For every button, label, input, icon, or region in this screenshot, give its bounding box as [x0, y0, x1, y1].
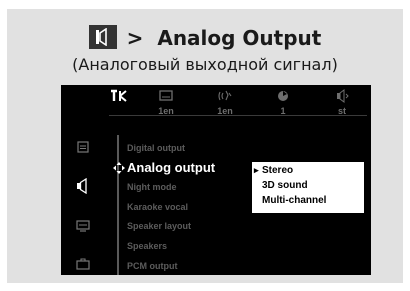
topbar-divider	[109, 115, 367, 116]
subtitle-icon	[159, 90, 173, 101]
settings-sidebar	[61, 132, 106, 275]
option-multi-channel[interactable]: Multi-channel	[262, 195, 326, 206]
option-label: Stereo	[262, 165, 294, 176]
page-subtitle: (Аналоговый выходной сигнал)	[72, 55, 338, 74]
audio-settings-icon	[77, 178, 87, 194]
topbar-item-angle[interactable]: 1	[258, 85, 308, 125]
sidebar-item-general[interactable]	[67, 135, 99, 159]
sidebar-item-video[interactable]	[67, 214, 99, 238]
menu-item[interactable]: Speaker layout	[127, 221, 191, 231]
angle-icon	[278, 91, 288, 101]
analog-output-options: ▸ Stereo 3D sound Multi-channel	[252, 162, 364, 213]
topbar-item-subtitle[interactable]: 1en	[141, 85, 191, 125]
sound-mode-icon	[337, 89, 349, 103]
heading-separator: >	[126, 26, 144, 50]
cursor-arrows-icon	[113, 162, 125, 174]
menu-item[interactable]: Speakers	[127, 241, 167, 251]
option-stereo[interactable]: ▸ Stereo	[254, 165, 294, 176]
sidebar-item-preferences[interactable]	[67, 252, 99, 276]
menu-item[interactable]: Night mode	[127, 182, 177, 192]
general-settings-icon	[77, 141, 89, 153]
topbar-item-audio[interactable]: 1en	[200, 85, 250, 125]
tools-icon[interactable]	[109, 89, 129, 103]
preferences-icon	[76, 258, 90, 270]
menu-item-active[interactable]: Analog output	[113, 160, 216, 175]
menu-item-label: Analog output	[127, 160, 216, 175]
audio-icon	[218, 90, 232, 101]
menu-item[interactable]: PCM output	[127, 261, 177, 271]
speaker-icon	[88, 25, 117, 49]
sidebar-item-audio[interactable]	[67, 174, 99, 198]
menu-divider	[117, 135, 119, 275]
menu-item[interactable]: Digital output	[127, 143, 185, 153]
help-panel: > Analog Output (Аналоговый выходной сиг…	[7, 9, 403, 283]
option-3d-sound[interactable]: 3D sound	[262, 180, 308, 191]
osd-screen: 1en 1en 1 st Digital output Analog outpu…	[61, 85, 371, 275]
selected-arrow-icon: ▸	[254, 165, 259, 175]
audio-menu: Digital output Analog output Night mode …	[113, 135, 247, 275]
video-settings-icon	[76, 220, 90, 232]
menu-item[interactable]: Karaoke vocal	[127, 202, 188, 212]
status-bar: 1en 1en 1 st	[61, 85, 371, 125]
topbar-item-sound[interactable]: st	[317, 85, 367, 125]
page-title: Analog Output	[157, 26, 322, 50]
page-heading: > Analog Output	[7, 25, 403, 50]
